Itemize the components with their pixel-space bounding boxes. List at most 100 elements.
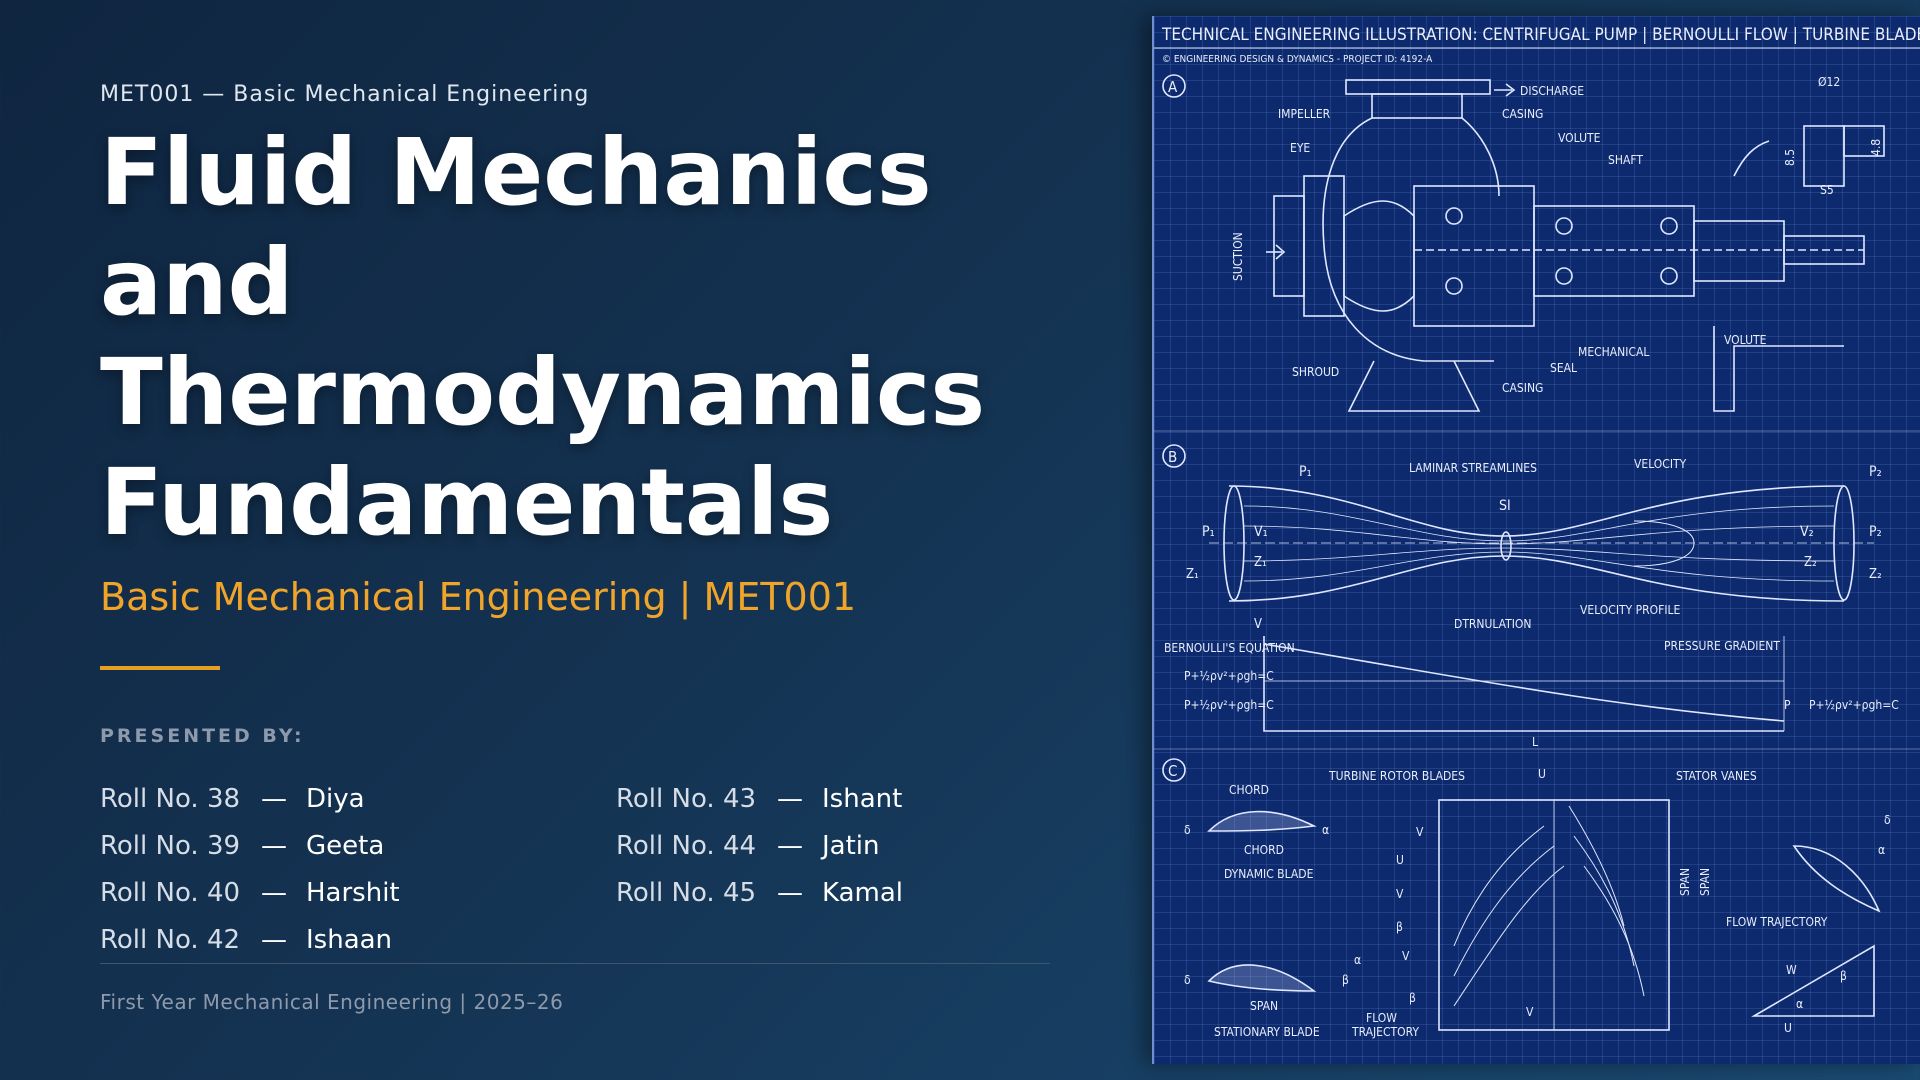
turbine-label: CHORD xyxy=(1244,843,1284,857)
separator: — xyxy=(777,784,803,814)
turbine-label: TURBINE ROTOR BLADES xyxy=(1328,769,1465,783)
separator: — xyxy=(777,878,803,908)
footer-text: First Year Mechanical Engineering | 2025… xyxy=(100,990,564,1014)
dimension-label: 8.5 xyxy=(1783,149,1797,166)
dimension-label: S5 xyxy=(1820,183,1834,197)
turbine-label: STATOR VANES xyxy=(1676,769,1757,783)
title-slide-left-panel: MET001 — Basic Mechanical Engineering Fl… xyxy=(0,0,1152,1080)
footer-divider xyxy=(100,963,1050,964)
member-name: Diya xyxy=(306,784,365,814)
course-code-line: MET001 — Basic Mechanical Engineering xyxy=(100,82,590,107)
roll-number: Roll No. 40 xyxy=(100,878,241,908)
turbine-label: FLOW TRAJECTORY xyxy=(1726,915,1828,929)
turbine-label: V xyxy=(1526,1005,1534,1019)
dimension-label: 4.8 xyxy=(1869,139,1883,156)
title-line: and xyxy=(100,229,294,336)
equation: P+½ρv²+ρgh=C xyxy=(1184,669,1274,683)
separator: — xyxy=(261,831,287,861)
flow-label: P₂ xyxy=(1869,464,1882,480)
flow-label: PRESSURE GRADIENT xyxy=(1664,639,1780,653)
roll-number: Roll No. 38 xyxy=(100,784,241,814)
separator: — xyxy=(261,784,287,814)
separator: — xyxy=(261,925,287,955)
turbine-label: β xyxy=(1840,969,1847,983)
member-row: Roll No. 40 — Harshit xyxy=(100,870,400,917)
title-line: Thermodynamics xyxy=(100,339,986,446)
pump-label: SUCTION xyxy=(1231,232,1245,281)
section-label: C xyxy=(1168,762,1177,780)
flow-label: BERNOULLI'S EQUATION xyxy=(1164,641,1295,655)
turbine-label: β xyxy=(1396,920,1403,934)
member-row: Roll No. 44 — Jatin xyxy=(616,823,903,870)
flow-label: VELOCITY PROFILE xyxy=(1580,603,1681,617)
turbine-label: α xyxy=(1878,843,1885,857)
flow-label: Z₂ xyxy=(1804,555,1817,570)
turbine-label: α xyxy=(1796,997,1803,1011)
flow-label: DTRNULATION xyxy=(1454,617,1531,631)
turbine-label: U xyxy=(1784,1021,1792,1035)
member-row: Roll No. 39 — Geeta xyxy=(100,823,400,870)
member-name: Kamal xyxy=(822,878,904,908)
flow-label: V xyxy=(1254,617,1262,632)
turbine-label: DYNAMIC BLADE xyxy=(1224,867,1314,881)
title-line: Fundamentals xyxy=(100,449,834,556)
pump-label: MECHANICAL xyxy=(1578,345,1649,359)
turbine-label: V xyxy=(1416,825,1424,839)
equation: P+½ρv²+ρgh=C xyxy=(1809,698,1899,712)
member-name: Jatin xyxy=(822,831,880,861)
turbine-label: V xyxy=(1402,949,1410,963)
roll-number: Roll No. 42 xyxy=(100,925,241,955)
blueprint-header: TECHNICAL ENGINEERING ILLUSTRATION: CENT… xyxy=(1161,25,1920,45)
pump-label: DISCHARGE xyxy=(1520,84,1584,98)
roll-number: Roll No. 44 xyxy=(616,831,757,861)
member-name: Ishaan xyxy=(306,925,393,955)
turbine-label: CHORD xyxy=(1229,783,1269,797)
pump-label: CASING xyxy=(1502,381,1543,395)
member-row: Roll No. 42 — Ishaan xyxy=(100,917,400,964)
flow-label: Z₂ xyxy=(1869,567,1882,582)
turbine-label: SPAN xyxy=(1698,868,1712,896)
flow-label: VELOCITY xyxy=(1634,457,1687,471)
section-label: A xyxy=(1168,78,1178,96)
equation: P+½ρv²+ρgh=C xyxy=(1184,698,1274,712)
turbine-label: FLOW xyxy=(1366,1011,1397,1025)
presented-by-label: PRESENTED BY: xyxy=(100,725,305,747)
turbine-label: SPAN xyxy=(1678,868,1692,896)
flow-label: LAMINAR STREAMLINES xyxy=(1409,461,1537,475)
member-row: Roll No. 45 — Kamal xyxy=(616,870,903,917)
pump-label: VOLUTE xyxy=(1724,333,1767,347)
roll-number: Roll No. 39 xyxy=(100,831,241,861)
separator: — xyxy=(777,831,803,861)
pump-label: CASING xyxy=(1502,107,1543,121)
turbine-label: δ xyxy=(1884,813,1891,827)
slide-title: Fluid Mechanics and Thermodynamics Funda… xyxy=(100,118,1120,558)
member-row: Roll No. 38 — Diya xyxy=(100,776,400,823)
turbine-label: δ xyxy=(1184,823,1191,837)
flow-label: P₁ xyxy=(1202,524,1215,540)
flow-label: V₂ xyxy=(1800,524,1814,540)
turbine-label: W xyxy=(1786,963,1797,977)
turbine-label: STATIONARY BLADE xyxy=(1214,1025,1320,1039)
dimension-label: Ø12 xyxy=(1818,75,1840,89)
member-name: Geeta xyxy=(306,831,385,861)
turbine-label: SPAN xyxy=(1250,999,1278,1013)
title-line: Fluid Mechanics xyxy=(100,119,932,226)
blueprint-drawing: TECHNICAL ENGINEERING ILLUSTRATION: CENT… xyxy=(1154,25,1920,1039)
flow-label: P₂ xyxy=(1869,524,1882,540)
separator: — xyxy=(261,878,287,908)
member-name: Ishant xyxy=(822,784,903,814)
flow-label: Z₁ xyxy=(1254,555,1267,570)
turbine-label: TRAJECTORY xyxy=(1351,1025,1419,1039)
flow-label: P₁ xyxy=(1299,464,1312,480)
turbine-label: α xyxy=(1354,953,1361,967)
section-label: B xyxy=(1168,448,1177,466)
flow-label: P xyxy=(1784,698,1791,712)
pump-label: EYE xyxy=(1290,141,1310,155)
member-row: Roll No. 43 — Ishant xyxy=(616,776,903,823)
roll-number: Roll No. 43 xyxy=(616,784,757,814)
flow-label: V₁ xyxy=(1254,524,1268,540)
flow-label: Z₁ xyxy=(1186,567,1199,582)
pump-label: SHAFT xyxy=(1608,153,1643,167)
pump-label: SHROUD xyxy=(1292,365,1339,379)
pump-label: IMPELLER xyxy=(1278,107,1331,121)
